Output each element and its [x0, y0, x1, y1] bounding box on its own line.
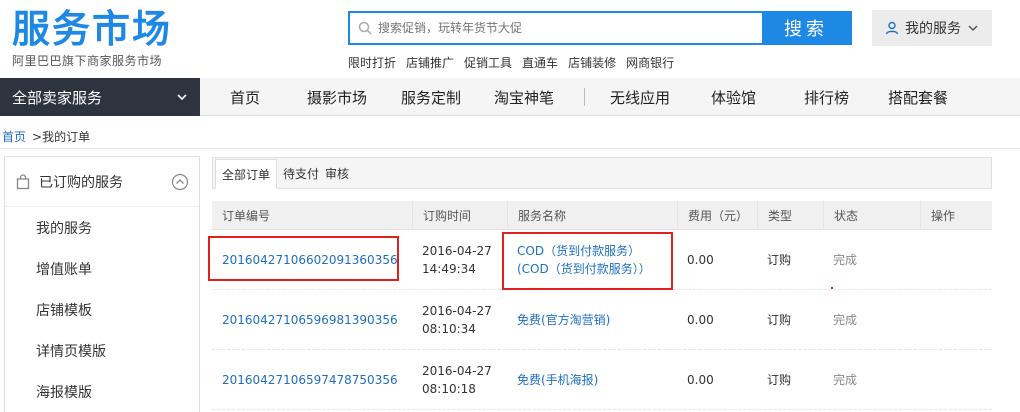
logo[interactable]: 服务市场 阿里巴巴旗下商家服务市场 — [12, 8, 202, 70]
search-button[interactable]: 搜索 — [762, 13, 850, 43]
search-icon — [358, 21, 372, 35]
annotation-dot — [831, 287, 833, 289]
sidebar-item-my-services[interactable]: 我的服务 — [5, 207, 199, 248]
fee: 0.00 — [687, 372, 714, 387]
nav-item-mobile-apps[interactable]: 无线应用 — [610, 87, 670, 108]
actions-cell — [920, 350, 992, 409]
order-number-link[interactable]: 20160427106596981390356 — [212, 290, 412, 349]
fee: 0.00 — [687, 252, 714, 267]
sidebar-item-poster-templates[interactable]: 海报模版 — [5, 371, 199, 412]
chevron-down-icon — [177, 94, 187, 101]
sidebar-section-header[interactable]: 已订购的服务 — [5, 157, 199, 207]
service-name-link[interactable]: 免费(手机海报) — [507, 350, 677, 409]
service-name-link[interactable]: 免费(官方淘营销) — [507, 290, 677, 349]
tab-review[interactable]: 审核 — [325, 158, 355, 188]
sidebar-section-label: 已订购的服务 — [39, 174, 123, 191]
column-header: 订购时间 — [412, 201, 507, 229]
order-clock: 14:49:34 — [422, 261, 476, 276]
order-clock: 08:10:34 — [422, 321, 476, 336]
column-header: 操作 — [920, 201, 992, 229]
search-input[interactable] — [378, 14, 762, 42]
highlight-box-order — [208, 236, 399, 281]
category-menu-label: 全部卖家服务 — [12, 88, 103, 107]
tab-all-orders[interactable]: 全部订单 — [215, 159, 278, 189]
order-date: 2016-04-27 — [422, 303, 492, 318]
order-time: 2016-04-27 08:10:18 — [412, 350, 507, 409]
breadcrumb-home[interactable]: 首页 — [2, 128, 26, 145]
sidebar-item-shop-templates[interactable]: 店铺模板 — [5, 289, 199, 330]
chevron-down-icon — [968, 25, 978, 32]
search-input-wrap — [350, 13, 762, 43]
hot-links: 限时打折 店铺推广 促销工具 直通车 店铺装修 网商银行 — [348, 54, 674, 71]
nav-item-bundles[interactable]: 搭配套餐 — [888, 87, 948, 108]
column-header: 服务名称 — [507, 201, 677, 229]
breadcrumb: 首页 >我的订单 — [2, 128, 90, 145]
type: 订购 — [767, 252, 792, 267]
nav-item-taobao-pen[interactable]: 淘宝神笔 — [494, 87, 554, 108]
order-tabs: 全部订单 待支付 审核 — [212, 157, 992, 189]
search-bar: 搜索 — [348, 11, 852, 45]
table-header: 订单编号 订购时间 服务名称 费用（元） 类型 状态 操作 — [212, 201, 992, 230]
status: 完成 — [833, 252, 858, 267]
order-date: 2016-04-27 — [422, 363, 492, 378]
sidebar-item-value-added-bill[interactable]: 增值账单 — [5, 248, 199, 289]
sidebar-item-detail-templates[interactable]: 详情页模版 — [5, 330, 199, 371]
tab-pending-payment[interactable]: 待支付 — [277, 158, 325, 188]
nav-item-custom-service[interactable]: 服务定制 — [401, 87, 461, 108]
order-number-link[interactable]: 20160427106597478750356 — [212, 350, 412, 409]
table-row: 20160427106597478750356 2016-04-27 08:10:… — [212, 350, 992, 410]
breadcrumb-current: >我的订单 — [32, 130, 91, 144]
table-row: 20160427106596981390356 2016-04-27 08:10:… — [212, 290, 992, 350]
my-service-dropdown[interactable]: 我的服务 — [872, 10, 992, 46]
nav-item-experience[interactable]: 体验馆 — [711, 87, 756, 108]
column-header: 订单编号 — [222, 208, 271, 223]
hot-link[interactable]: 店铺装修 — [568, 54, 616, 71]
type: 订购 — [767, 372, 792, 387]
category-menu[interactable]: 全部卖家服务 — [0, 78, 200, 116]
fee: 0.00 — [687, 312, 714, 327]
hot-link[interactable]: 促销工具 — [464, 54, 512, 71]
order-time: 2016-04-27 08:10:34 — [412, 290, 507, 349]
collapse-icon[interactable] — [171, 173, 189, 191]
actions-cell — [920, 290, 992, 349]
logo-subtitle: 阿里巴巴旗下商家服务市场 — [12, 54, 163, 68]
order-clock: 08:10:18 — [422, 381, 476, 396]
user-icon — [885, 21, 899, 35]
hot-link[interactable]: 网商银行 — [626, 54, 674, 71]
hot-link[interactable]: 限时打折 — [348, 54, 396, 71]
sidebar: 已订购的服务 我的服务 增值账单 店铺模板 详情页模版 海报模版 — [4, 156, 200, 412]
column-header: 状态 — [823, 201, 920, 229]
main-nav: 全部卖家服务 首页 摄影市场 服务定制 淘宝神笔 无线应用 体验馆 排行榜 搭配… — [0, 78, 1020, 116]
order-date: 2016-04-27 — [422, 243, 492, 258]
hot-link[interactable]: 店铺推广 — [406, 54, 454, 71]
status: 完成 — [833, 312, 858, 327]
column-header: 类型 — [757, 201, 823, 229]
nav-divider — [584, 88, 585, 106]
my-service-label: 我的服务 — [905, 21, 961, 37]
highlight-box-service — [502, 232, 673, 290]
status: 完成 — [833, 372, 858, 387]
hot-link[interactable]: 直通车 — [522, 54, 558, 71]
column-header: 费用（元） — [677, 201, 757, 229]
nav-item-ranking[interactable]: 排行榜 — [804, 87, 849, 108]
type: 订购 — [767, 312, 792, 327]
bag-icon — [16, 173, 30, 189]
divider — [0, 148, 1020, 149]
actions-cell — [920, 230, 992, 289]
order-time: 2016-04-27 14:49:34 — [412, 230, 507, 289]
nav-item-home[interactable]: 首页 — [230, 87, 260, 108]
nav-item-photo-market[interactable]: 摄影市场 — [307, 87, 367, 108]
logo-main-text: 服务市场 — [12, 7, 173, 51]
